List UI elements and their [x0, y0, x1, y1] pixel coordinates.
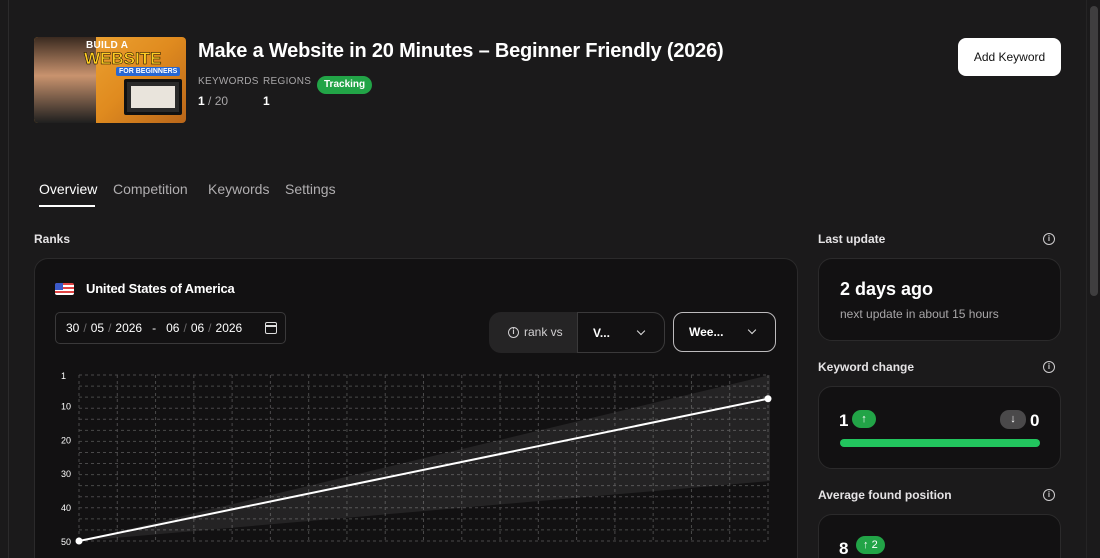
to-year[interactable]: 2026	[216, 321, 243, 335]
rank-vs-label-wrap: i rank vs	[508, 325, 563, 339]
y-tick-label: 30	[61, 469, 71, 479]
date-separator: /	[183, 321, 187, 335]
next-update-text: next update in about 15 hours	[840, 307, 999, 321]
arrow-up-icon: ↑	[863, 539, 872, 551]
to-month[interactable]: 06	[191, 321, 204, 335]
date-range-dash: -	[152, 321, 157, 335]
last-update-heading: Last update	[818, 232, 886, 246]
add-keyword-button[interactable]: Add Keyword	[958, 38, 1061, 76]
keyword-change-bar	[840, 439, 1040, 447]
data-point	[764, 395, 772, 403]
tab-keywords[interactable]: Keywords	[208, 181, 269, 197]
video-thumbnail[interactable]: BUILD A WEBSITE FOR BEGINNERS	[34, 37, 186, 123]
avg-position-delta: 2	[871, 539, 878, 551]
keywords-down-count: 0	[1030, 411, 1040, 430]
rank-chart: 1 10 20 30 40 50	[61, 371, 772, 547]
from-day[interactable]: 30	[66, 321, 79, 335]
date-separator: /	[208, 321, 212, 335]
chevron-down-icon	[636, 326, 646, 336]
to-day[interactable]: 06	[166, 321, 179, 335]
compare-select[interactable]: V...	[577, 312, 665, 353]
series-area	[79, 375, 770, 541]
from-month[interactable]: 05	[91, 321, 104, 335]
period-select-value: Wee...	[689, 325, 724, 339]
regions-count: 1	[263, 94, 270, 108]
country-name: United States of America	[86, 281, 235, 296]
left-rail	[0, 0, 9, 558]
y-tick-label: 50	[61, 537, 71, 547]
info-icon[interactable]: i	[1043, 233, 1055, 245]
ranks-heading: Ranks	[34, 232, 71, 246]
y-tick-label: 40	[61, 503, 71, 513]
keywords-total: / 20	[204, 94, 229, 108]
date-separator: /	[83, 321, 87, 335]
data-point	[75, 537, 83, 545]
rank-vs-control: i rank vs V...	[489, 312, 665, 353]
avg-position-heading: Average found position	[818, 488, 952, 502]
info-icon[interactable]: i	[1043, 361, 1055, 373]
keywords-count: 1 / 20	[198, 94, 228, 108]
us-flag-icon	[55, 283, 74, 295]
thumbnail-laptop	[124, 79, 182, 115]
active-tab-indicator	[39, 205, 95, 207]
tab-overview[interactable]: Overview	[39, 181, 97, 197]
keywords-label: KEYWORDS	[198, 76, 259, 87]
thumbnail-text-line3: FOR BEGINNERS	[116, 67, 181, 76]
info-icon[interactable]: i	[508, 326, 519, 338]
calendar-icon[interactable]	[265, 322, 277, 334]
keywords-up-count: 1	[839, 411, 849, 430]
chevron-down-icon	[747, 325, 757, 335]
date-separator: /	[108, 321, 112, 335]
avg-position-delta-badge: ↑ 2	[856, 536, 885, 554]
page-scrollbar[interactable]	[1086, 0, 1100, 558]
avg-position-value: 8	[839, 539, 849, 558]
compare-select-value: V...	[593, 326, 610, 340]
arrow-up-icon: ↑	[852, 410, 876, 428]
keyword-change-heading: Keyword change	[818, 360, 915, 374]
y-tick-label: 10	[61, 401, 71, 411]
y-tick-label: 1	[61, 371, 66, 381]
keywords-used: 1	[198, 94, 205, 108]
info-icon[interactable]: i	[1043, 489, 1055, 501]
regions-label: REGIONS	[263, 76, 312, 87]
keyword-change-card	[818, 386, 1061, 469]
date-range-picker[interactable]: 30 / 05 / 2026 - 06 / 06 / 2026	[55, 312, 286, 344]
period-select[interactable]: Wee...	[673, 312, 776, 352]
avg-position-card	[818, 514, 1061, 558]
rank-vs-label: rank vs	[524, 325, 563, 339]
tracking-status-badge: Tracking	[317, 76, 373, 94]
video-title: Make a Website in 20 Minutes – Beginner …	[198, 40, 724, 62]
tab-settings[interactable]: Settings	[285, 181, 336, 197]
y-tick-label: 20	[61, 435, 71, 445]
arrow-down-icon: ↓	[1000, 410, 1026, 429]
tab-competition[interactable]: Competition	[113, 181, 188, 197]
last-update-value: 2 days ago	[840, 279, 934, 299]
from-year[interactable]: 2026	[115, 321, 142, 335]
scrollbar-thumb[interactable]	[1090, 6, 1098, 296]
thumbnail-text-line2: WEBSITE	[84, 49, 162, 69]
